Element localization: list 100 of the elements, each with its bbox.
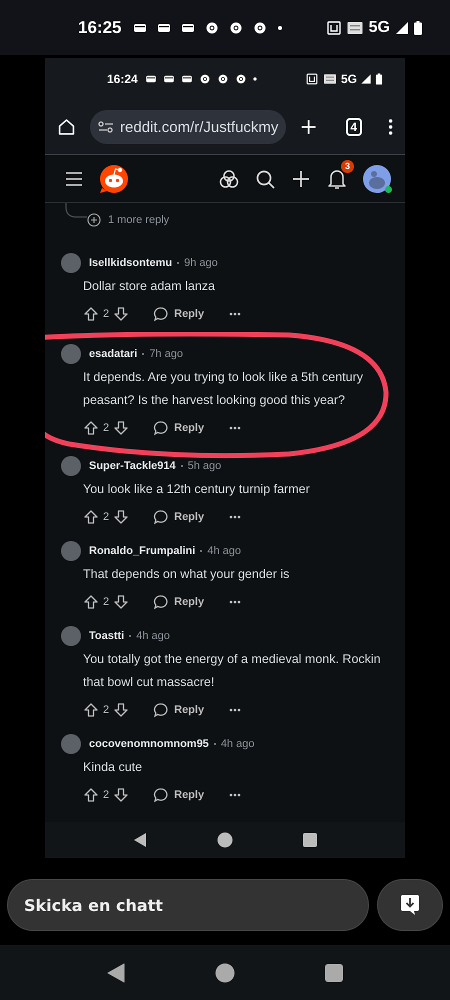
vote-count: 2 (103, 596, 110, 608)
more-replies-link[interactable]: 1 more reply (87, 211, 170, 229)
communities-icon[interactable] (219, 168, 239, 188)
username[interactable]: cocovenomnomnom95 (89, 738, 209, 750)
notification-icon (181, 73, 192, 85)
avatar-icon (61, 253, 81, 273)
battery-icon (414, 20, 422, 34)
comment-text: Dollar store adam lanza (83, 278, 216, 295)
downvote-icon[interactable] (113, 787, 130, 803)
browser-icon (217, 73, 228, 85)
menu-icon[interactable] (65, 170, 83, 186)
speech-bubble-icon (153, 306, 170, 322)
separator-dot (214, 743, 216, 745)
reply-button[interactable]: Reply (153, 787, 204, 803)
more-options-icon[interactable] (228, 311, 242, 317)
vote-count: 2 (103, 308, 110, 320)
notification-icon (163, 73, 174, 85)
recents-icon[interactable] (325, 964, 343, 982)
more-menu-icon[interactable] (388, 117, 393, 137)
username[interactable]: Isellkidsontemu (89, 257, 172, 269)
signal-icon (361, 74, 371, 84)
address-bar[interactable]: reddit.com/r/Justfuckmy (90, 110, 286, 144)
clock-time: 16:24 (107, 72, 138, 86)
nfc-icon (306, 73, 318, 85)
browser-icon (235, 73, 246, 85)
expand-icon (87, 213, 101, 227)
signal-icon (396, 22, 408, 34)
username[interactable]: esadatari (89, 348, 138, 360)
more-options-icon[interactable] (228, 514, 242, 520)
clock-time: 16:25 (78, 18, 122, 38)
upvote-icon[interactable] (83, 306, 99, 322)
speech-bubble-icon (153, 787, 170, 803)
network-type: 5G (368, 18, 390, 36)
upvote-icon[interactable] (83, 420, 99, 436)
more-options-icon[interactable] (228, 425, 242, 431)
network-type: 5G (340, 72, 357, 86)
separator-dot (180, 465, 183, 467)
separator-dot (177, 262, 180, 264)
more-options-icon[interactable] (228, 792, 242, 798)
reply-button[interactable]: Reply (153, 594, 204, 610)
downvote-icon[interactable] (113, 306, 130, 322)
reply-button[interactable]: Reply (153, 509, 204, 525)
comment-text: You totally got the energy of a medieval monk. Rockin that bowl cut massacre! (83, 651, 382, 691)
username[interactable]: Toastti (89, 630, 124, 642)
browser-icon (205, 20, 220, 34)
notification-bell-icon[interactable] (327, 168, 347, 190)
browser-icon (253, 20, 268, 34)
vote-count: 2 (103, 704, 110, 716)
username[interactable]: Super-Tackle914 (89, 460, 176, 472)
browser-icon (199, 73, 210, 85)
back-icon[interactable] (107, 962, 125, 982)
vote-count: 2 (103, 789, 110, 801)
chat-action-button[interactable] (377, 879, 443, 931)
tune-icon (98, 120, 114, 134)
downvote-icon[interactable] (113, 594, 130, 610)
speech-bubble-icon (153, 702, 170, 718)
back-icon[interactable] (133, 832, 147, 848)
tab-count-button[interactable]: 4 (346, 118, 362, 136)
comment-age: 4h ago (220, 738, 254, 750)
upvote-icon[interactable] (83, 594, 99, 610)
browser-icon (229, 20, 244, 34)
avatar-icon (61, 734, 81, 754)
separator-dot (129, 635, 132, 637)
user-avatar-icon[interactable] (363, 164, 391, 192)
comment-age: 4h ago (207, 545, 241, 557)
comment-text: It depends. Are you trying to look like a 5th century peasant? Is the harvest looking good this year? (83, 369, 364, 409)
battery-icon (376, 73, 382, 85)
reply-button[interactable]: Reply (153, 702, 204, 718)
create-icon[interactable] (291, 168, 311, 188)
upvote-icon[interactable] (83, 509, 99, 525)
downvote-icon[interactable] (113, 702, 130, 718)
nfc-icon (326, 20, 341, 34)
app-logo-icon[interactable] (99, 164, 129, 194)
speech-bubble-icon (153, 420, 170, 436)
home-button-icon[interactable] (217, 832, 233, 848)
chat-input-field[interactable]: Skicka en chatt (7, 879, 369, 931)
comment-age: 7h ago (149, 348, 183, 360)
download-bubble-icon (400, 894, 420, 916)
more-options-icon[interactable] (228, 599, 242, 605)
vote-count: 2 (103, 511, 110, 523)
comment-age: 9h ago (184, 257, 218, 269)
reply-button[interactable]: Reply (153, 306, 204, 322)
upvote-icon[interactable] (83, 787, 99, 803)
comment-text: You look like a 12th century turnip farmer (83, 481, 311, 498)
more-options-icon[interactable] (228, 707, 242, 713)
search-icon[interactable] (255, 168, 275, 188)
upvote-icon[interactable] (83, 702, 99, 718)
new-tab-icon[interactable] (300, 117, 318, 137)
thread-line-icon (65, 203, 87, 219)
home-button-icon[interactable] (215, 962, 235, 982)
speech-bubble-icon (153, 509, 170, 525)
reply-button[interactable]: Reply (153, 420, 204, 436)
username[interactable]: Ronaldo_Frumpalini (89, 545, 196, 557)
dot-icon (252, 76, 258, 82)
downvote-icon[interactable] (113, 420, 130, 436)
comment-text: Kinda cute (83, 759, 144, 776)
notification-badge: 3 (341, 160, 354, 172)
speech-bubble-icon (153, 594, 170, 610)
comment-text: That depends on what your gender is (83, 566, 290, 583)
downvote-icon[interactable] (113, 509, 130, 525)
